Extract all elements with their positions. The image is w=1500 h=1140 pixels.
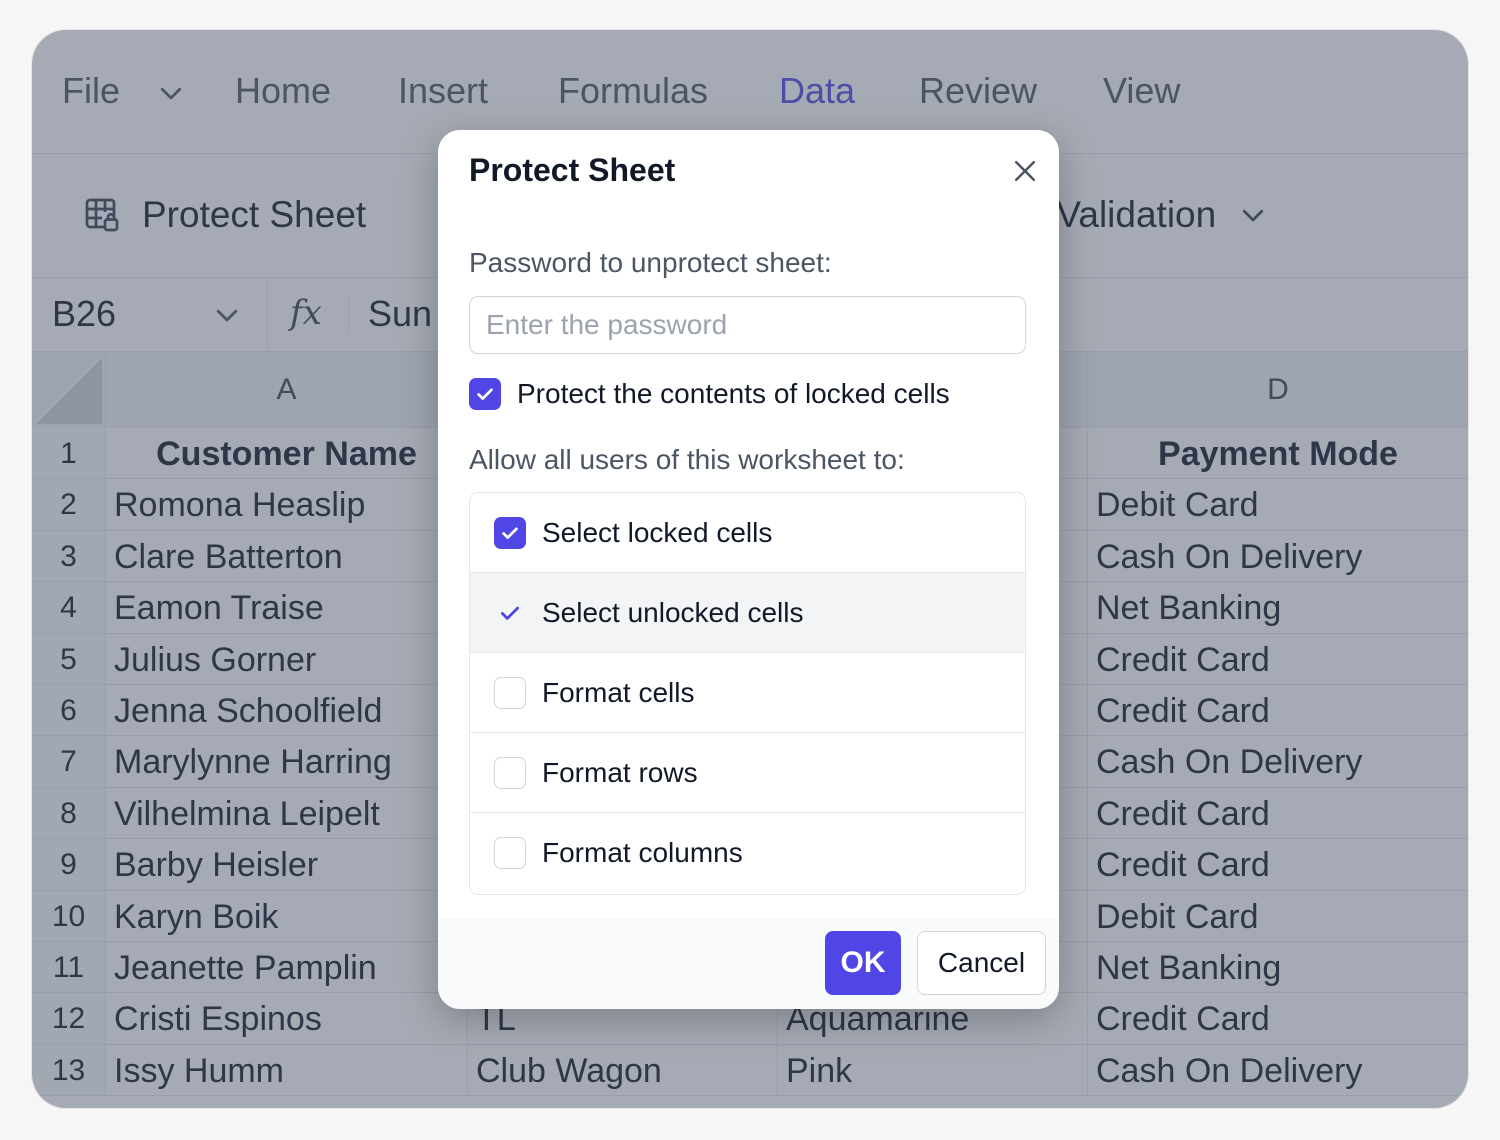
format-columns-checkbox[interactable] — [494, 837, 526, 869]
option-format-cells[interactable]: Format cells — [470, 653, 1025, 733]
close-icon[interactable] — [1010, 156, 1040, 186]
checkmark-icon — [477, 388, 493, 400]
select-locked-cells-checkbox[interactable] — [494, 516, 526, 549]
format-cells-checkbox[interactable] — [494, 676, 526, 709]
option-format-rows[interactable]: Format rows — [470, 733, 1025, 813]
format-rows-checkbox[interactable] — [494, 756, 526, 789]
password-input[interactable] — [469, 296, 1026, 354]
cancel-button[interactable]: Cancel — [917, 931, 1046, 995]
checkmark-icon — [502, 527, 518, 539]
protect-locked-label: Protect the contents of locked cells — [517, 378, 950, 409]
checkmark-icon — [501, 606, 519, 620]
option-label: Format columns — [542, 837, 743, 868]
ok-button[interactable]: OK — [825, 931, 901, 995]
option-label: Format rows — [542, 756, 698, 788]
option-label: Format cells — [542, 676, 695, 708]
password-label: Password to unprotect sheet: — [469, 247, 832, 278]
protect-locked-checkbox-row[interactable]: Protect the contents of locked cells — [469, 378, 950, 410]
option-select-unlocked-cells[interactable]: Select unlocked cells — [470, 573, 1025, 653]
protect-locked-checkbox[interactable] — [469, 378, 501, 410]
select-unlocked-cells-checkbox[interactable] — [494, 597, 526, 629]
spreadsheet-app: File Home Insert Formulas Data Review Vi… — [32, 30, 1468, 1108]
dialog-footer: OK Cancel — [438, 918, 1059, 1009]
allow-users-label: Allow all users of this worksheet to: — [469, 444, 905, 475]
option-format-columns[interactable]: Format columns — [470, 813, 1025, 893]
option-select-locked-cells[interactable]: Select locked cells — [470, 493, 1025, 573]
app-frame: File Home Insert Formulas Data Review Vi… — [32, 30, 1468, 1108]
protect-sheet-dialog: Protect Sheet Password to unprotect shee… — [438, 130, 1059, 1009]
option-label: Select locked cells — [542, 516, 773, 548]
dialog-title: Protect Sheet — [469, 152, 676, 188]
option-label: Select unlocked cells — [542, 596, 804, 628]
permissions-list: Select locked cells Select unlocked cell… — [469, 492, 1026, 895]
